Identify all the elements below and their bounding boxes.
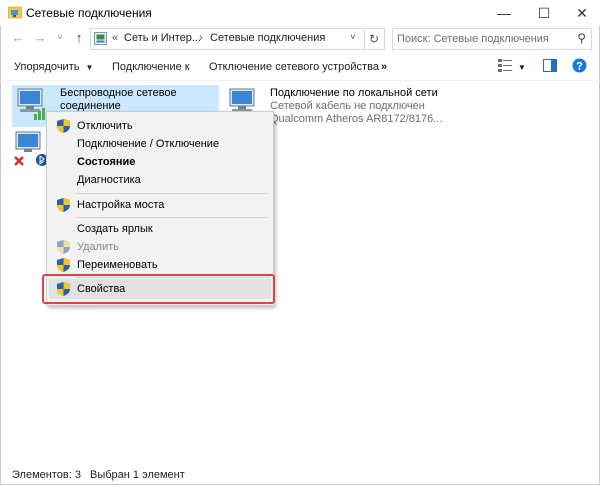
menu-label: Состояние xyxy=(77,156,136,168)
menu-label: Удалить xyxy=(77,241,119,253)
svg-text:?: ? xyxy=(576,61,583,73)
back-arrow-icon[interactable]: ← xyxy=(10,30,26,46)
breadcrumb-chevron-icon[interactable]: › xyxy=(199,32,203,44)
menu-item-connect-disconnect[interactable]: Подключение / Отключение xyxy=(49,134,271,154)
bluetooth-connection-item[interactable] xyxy=(12,130,48,175)
preview-pane-icon[interactable] xyxy=(543,59,557,75)
search-input[interactable] xyxy=(397,31,567,46)
breadcrumb-network[interactable]: Сеть и Интер... xyxy=(124,32,201,44)
menu-item-bridge[interactable]: Настройка моста xyxy=(49,195,271,215)
menu-separator xyxy=(75,217,269,218)
menu-item-diagnostics[interactable]: Диагностика xyxy=(49,170,271,190)
status-selected: Выбран 1 элемент xyxy=(90,469,185,481)
lan-device: Qualcomm Atheros AR8172/8176... xyxy=(270,113,443,125)
breadcrumb-connections[interactable]: Сетевые подключения xyxy=(210,32,325,44)
wireless-adapter-icon xyxy=(14,87,48,126)
menu-item-create-shortcut[interactable]: Создать ярлык xyxy=(49,219,271,239)
menu-item-delete: Удалить xyxy=(49,237,271,257)
status-item-count: Элементов: 3 xyxy=(12,469,81,481)
window-title: Сетевые подключения xyxy=(26,6,152,20)
address-dropdown-icon[interactable]: ˅ xyxy=(350,32,356,43)
menu-item-status[interactable]: Состояние xyxy=(49,152,271,172)
recent-chevron-down-icon[interactable]: ˅ xyxy=(52,30,68,46)
menu-label: Диагностика xyxy=(77,174,141,186)
breadcrumb-separator-icon: « xyxy=(112,32,119,44)
minimize-icon[interactable]: — xyxy=(484,0,524,26)
menu-item-rename[interactable]: Переименовать xyxy=(49,255,271,275)
control-panel-icon xyxy=(94,32,107,48)
menu-label: Создать ярлык xyxy=(77,223,153,235)
menu-label: Переименовать xyxy=(77,259,158,271)
forward-arrow-icon[interactable]: → xyxy=(32,30,48,46)
disable-device-button[interactable]: Отключение сетевого устройства xyxy=(209,61,379,73)
command-bar: Упорядочить ▼ Подключение к Отключение с… xyxy=(0,54,600,81)
lan-status: Сетевой кабель не подключен xyxy=(270,100,425,112)
shield-icon xyxy=(57,258,70,275)
menu-item-disable[interactable]: Отключить xyxy=(49,116,271,136)
maximize-icon[interactable]: ☐ xyxy=(524,0,564,26)
help-icon[interactable]: ? xyxy=(572,58,587,76)
menu-label: Подключение / Отключение xyxy=(77,138,220,150)
menu-label: Отключить xyxy=(77,120,133,132)
address-row: ← → ˅ ↑ « Сеть и Интер... › Сетевые подк… xyxy=(0,27,600,51)
shield-icon xyxy=(57,198,70,215)
organize-dropdown-icon: ▼ xyxy=(85,63,94,72)
lan-title: Подключение по локальной сети xyxy=(270,87,438,99)
up-arrow-icon[interactable]: ↑ xyxy=(71,30,87,46)
menu-separator xyxy=(75,193,269,194)
wireless-title-line1: Беспроводное сетевое xyxy=(60,87,177,99)
address-bar[interactable]: « Сеть и Интер... › Сетевые подключения … xyxy=(90,28,365,50)
connect-to-button[interactable]: Подключение к xyxy=(112,61,190,73)
network-folder-icon xyxy=(7,5,23,22)
search-box[interactable]: ⚲ xyxy=(392,28,592,50)
view-options-icon[interactable] xyxy=(498,59,512,75)
title-bar: Сетевые подключения — ☐ ✕ xyxy=(0,0,600,26)
refresh-icon[interactable]: ↻ xyxy=(364,28,385,50)
organize-label: Упорядочить xyxy=(14,61,80,73)
more-commands-button[interactable]: » xyxy=(381,61,387,73)
bluetooth-adapter-icon xyxy=(12,130,48,175)
properties-highlight-box xyxy=(42,274,275,304)
view-dropdown-icon[interactable]: ▼ xyxy=(518,63,526,72)
close-icon[interactable]: ✕ xyxy=(562,0,600,26)
search-icon[interactable]: ⚲ xyxy=(577,31,586,45)
organize-button[interactable]: Упорядочить ▼ xyxy=(14,61,93,73)
menu-label: Настройка моста xyxy=(77,199,165,211)
